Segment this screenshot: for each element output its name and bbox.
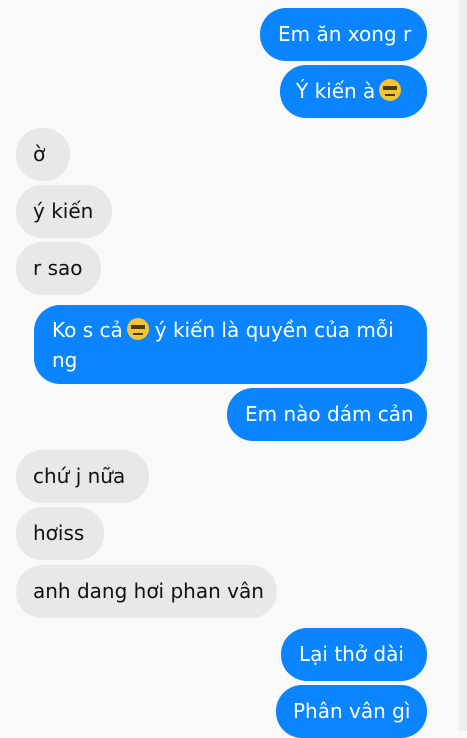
message-text: Ý kiến à <box>296 79 376 103</box>
message-text: hơiss <box>33 521 85 545</box>
message-text: r sao <box>33 256 83 280</box>
message-incoming[interactable]: chứ j nữa <box>16 450 149 503</box>
message-outgoing[interactable]: Phân vân gì <box>276 685 427 738</box>
message-text: Lại thở dài <box>299 642 404 666</box>
message-incoming[interactable]: ý kiến <box>16 185 112 238</box>
message-outgoing[interactable]: Em nào dám cản <box>227 388 427 441</box>
message-outgoing[interactable]: Ý kiến à <box>280 65 427 118</box>
message-incoming[interactable]: hơiss <box>16 507 104 560</box>
message-text: ý kiến <box>33 199 94 223</box>
expressionless-face-emoji-icon <box>379 79 402 101</box>
message-incoming[interactable]: r sao <box>16 242 101 295</box>
message-text-before-emoji: Ko s cả <box>52 318 123 342</box>
message-incoming[interactable]: anh dang hơi phan vân <box>16 565 277 618</box>
expressionless-face-emoji-icon <box>126 318 149 340</box>
message-text: chứ j nữa <box>33 464 126 488</box>
message-outgoing[interactable]: Lại thở dài <box>281 628 427 681</box>
message-outgoing[interactable]: Ko s cả ý kiến là quyền của mỗi ng <box>34 305 427 384</box>
message-text: Em nào dám cản <box>245 402 414 426</box>
message-text: Phân vân gì <box>293 699 411 723</box>
message-text: anh dang hơi phan vân <box>33 579 264 603</box>
message-outgoing[interactable]: Em ăn xong r <box>260 8 427 61</box>
message-incoming[interactable]: ờ <box>16 128 70 181</box>
scrollbar[interactable] <box>459 0 467 731</box>
message-text: ờ <box>33 142 46 166</box>
message-text: Em ăn xong r <box>278 22 412 46</box>
